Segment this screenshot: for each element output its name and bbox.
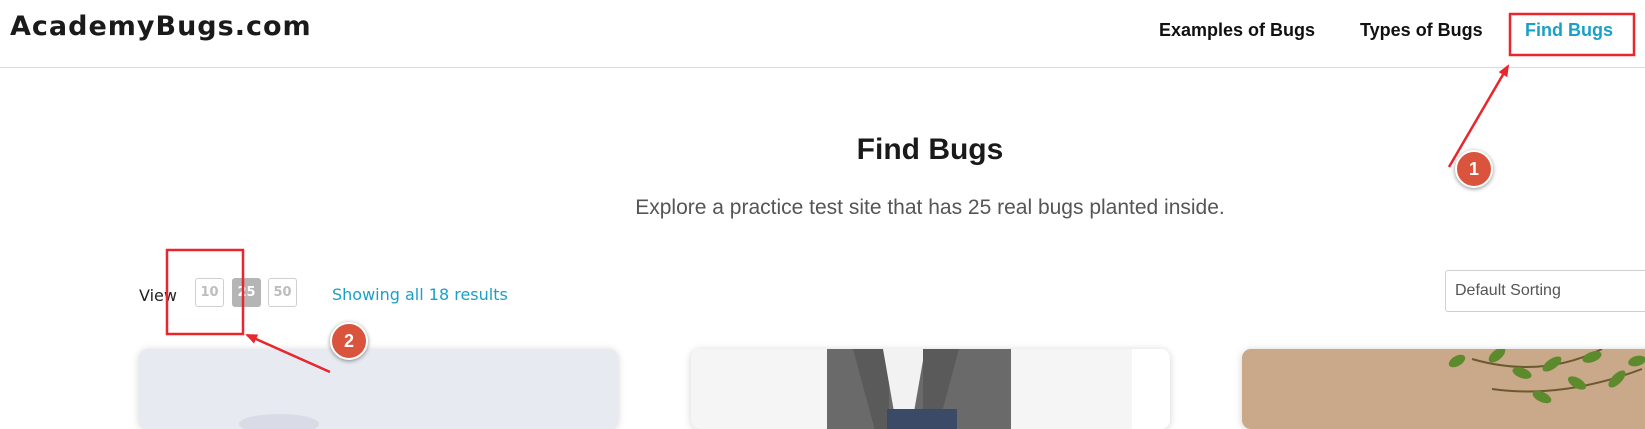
results-count: Showing all 18 results [332,285,508,304]
annotation-badge-1: 1 [1455,150,1493,188]
page-title: Find Bugs [856,133,1004,166]
sort-select[interactable]: Default Sorting [1445,270,1645,312]
page-size-25-button[interactable]: 25 [232,278,261,307]
product-image [827,349,1011,429]
annotation-badge-2: 2 [330,322,368,360]
nav-find-bugs[interactable]: Find Bugs [1525,20,1613,41]
site-header: AcademyBugs.com Examples of Bugs Types o… [0,0,1645,68]
page-subtitle: Explore a practice test site that has 25… [635,196,1225,219]
page-size-10-button[interactable]: 10 [195,278,224,307]
product-image [239,414,319,429]
nav-examples-of-bugs[interactable]: Examples of Bugs [1159,20,1315,41]
page-size-50-button[interactable]: 50 [268,278,297,307]
view-label: View [139,286,177,305]
product-card[interactable] [139,349,618,429]
product-image [1448,349,1645,404]
product-card[interactable] [1242,349,1645,429]
product-card[interactable] [691,349,1170,429]
site-logo[interactable]: AcademyBugs.com [10,11,312,42]
nav-types-of-bugs[interactable]: Types of Bugs [1360,20,1483,41]
